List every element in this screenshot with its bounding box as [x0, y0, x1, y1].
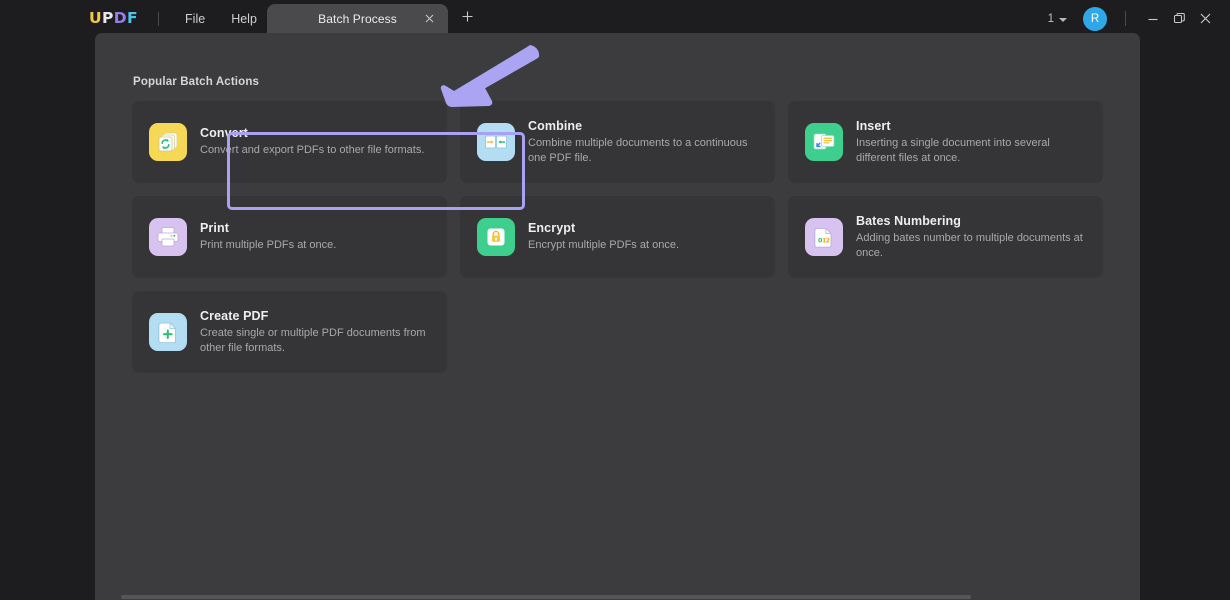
- menu-help[interactable]: Help: [231, 12, 257, 26]
- avatar[interactable]: R: [1083, 6, 1107, 31]
- card-title: Insert: [856, 118, 891, 133]
- page-count-selector[interactable]: 1: [1048, 13, 1067, 25]
- logo-letter-f: F: [127, 8, 139, 27]
- card-text: Combine Combine multiple documents to a …: [528, 119, 758, 165]
- card-description: Print multiple PDFs at once.: [200, 239, 337, 252]
- card-print[interactable]: Print Print multiple PDFs at once.: [132, 196, 447, 278]
- avatar-initial: R: [1090, 12, 1100, 25]
- card-description: Encrypt multiple PDFs at once.: [528, 239, 680, 252]
- close-button[interactable]: [1192, 6, 1218, 32]
- bates-numbering-icon: 0 1 2: [805, 218, 843, 256]
- card-text: Create PDF Create single or multiple PDF…: [200, 309, 430, 355]
- section-title: Popular Batch Actions: [133, 76, 260, 88]
- updf-logo: U P D F: [89, 8, 139, 27]
- convert-icon: [149, 123, 187, 161]
- card-title: Encrypt: [528, 221, 576, 236]
- card-row: Convert Convert and export PDFs to other…: [132, 101, 1112, 183]
- batch-actions-grid: Convert Convert and export PDFs to other…: [132, 101, 1112, 386]
- card-encrypt[interactable]: Encrypt Encrypt multiple PDFs at once.: [460, 196, 775, 278]
- card-text: Bates Numbering Adding bates number to m…: [856, 214, 1086, 260]
- minimize-button[interactable]: [1140, 6, 1166, 32]
- logo-letter-d: D: [113, 8, 128, 27]
- card-title: Convert: [200, 126, 248, 141]
- card-text: Print Print multiple PDFs at once.: [200, 221, 336, 253]
- card-description: Create single or multiple PDF documents …: [200, 326, 426, 354]
- titlebar-divider: [158, 11, 160, 26]
- card-description: Adding bates number to multiple document…: [856, 231, 1083, 259]
- card-text: Convert Convert and export PDFs to other…: [200, 126, 424, 158]
- menu-file[interactable]: File: [185, 12, 205, 26]
- card-title: Bates Numbering: [856, 213, 961, 228]
- card-text: Insert Inserting a single document into …: [856, 119, 1086, 165]
- horizontal-scrollbar[interactable]: [95, 594, 1140, 600]
- card-description: Inserting a single document into several…: [856, 136, 1050, 164]
- app-window: Popular Batch Actions Convert Convert an…: [95, 33, 1140, 600]
- card-create-pdf[interactable]: Create PDF Create single or multiple PDF…: [132, 291, 447, 373]
- new-tab-plus-icon[interactable]: [459, 10, 475, 26]
- page-count-value: 1: [1047, 12, 1054, 25]
- titlebar-separator: [1125, 11, 1126, 26]
- card-title: Combine: [528, 118, 583, 133]
- card-description: Convert and export PDFs to other file fo…: [200, 144, 425, 157]
- card-text: Encrypt Encrypt multiple PDFs at once.: [528, 221, 679, 253]
- encrypt-icon: [477, 218, 515, 256]
- logo-letter-p: P: [102, 8, 114, 27]
- insert-icon: [805, 123, 843, 161]
- card-row: Create PDF Create single or multiple PDF…: [132, 291, 1112, 373]
- chevron-down-icon: [1059, 17, 1067, 22]
- titlebar-right-controls: 1 R: [1048, 0, 1230, 37]
- print-icon: [149, 218, 187, 256]
- card-title: Create PDF: [200, 308, 269, 323]
- card-row: Print Print multiple PDFs at once. Encry…: [132, 196, 1112, 278]
- card-title: Print: [200, 221, 229, 236]
- svg-text:2: 2: [826, 237, 830, 244]
- tab-label: Batch Process: [318, 11, 397, 26]
- tab-close-icon[interactable]: [422, 12, 436, 26]
- title-bar: U P D F File Help Batch Process 1 R: [0, 0, 1230, 37]
- logo-letter-u: U: [89, 8, 102, 27]
- card-combine[interactable]: Combine Combine multiple documents to a …: [460, 101, 775, 183]
- scrollbar-thumb[interactable]: [121, 595, 971, 599]
- maximize-button[interactable]: [1166, 6, 1192, 32]
- card-bates-numbering[interactable]: 0 1 2 Bates Numbering Adding bates numbe…: [788, 196, 1103, 278]
- card-insert[interactable]: Insert Inserting a single document into …: [788, 101, 1103, 183]
- card-convert[interactable]: Convert Convert and export PDFs to other…: [132, 101, 447, 183]
- create-pdf-icon: [149, 313, 187, 351]
- combine-icon: [477, 123, 515, 161]
- card-description: Combine multiple documents to a continuo…: [528, 136, 748, 164]
- tab-batch-process[interactable]: Batch Process: [267, 4, 448, 33]
